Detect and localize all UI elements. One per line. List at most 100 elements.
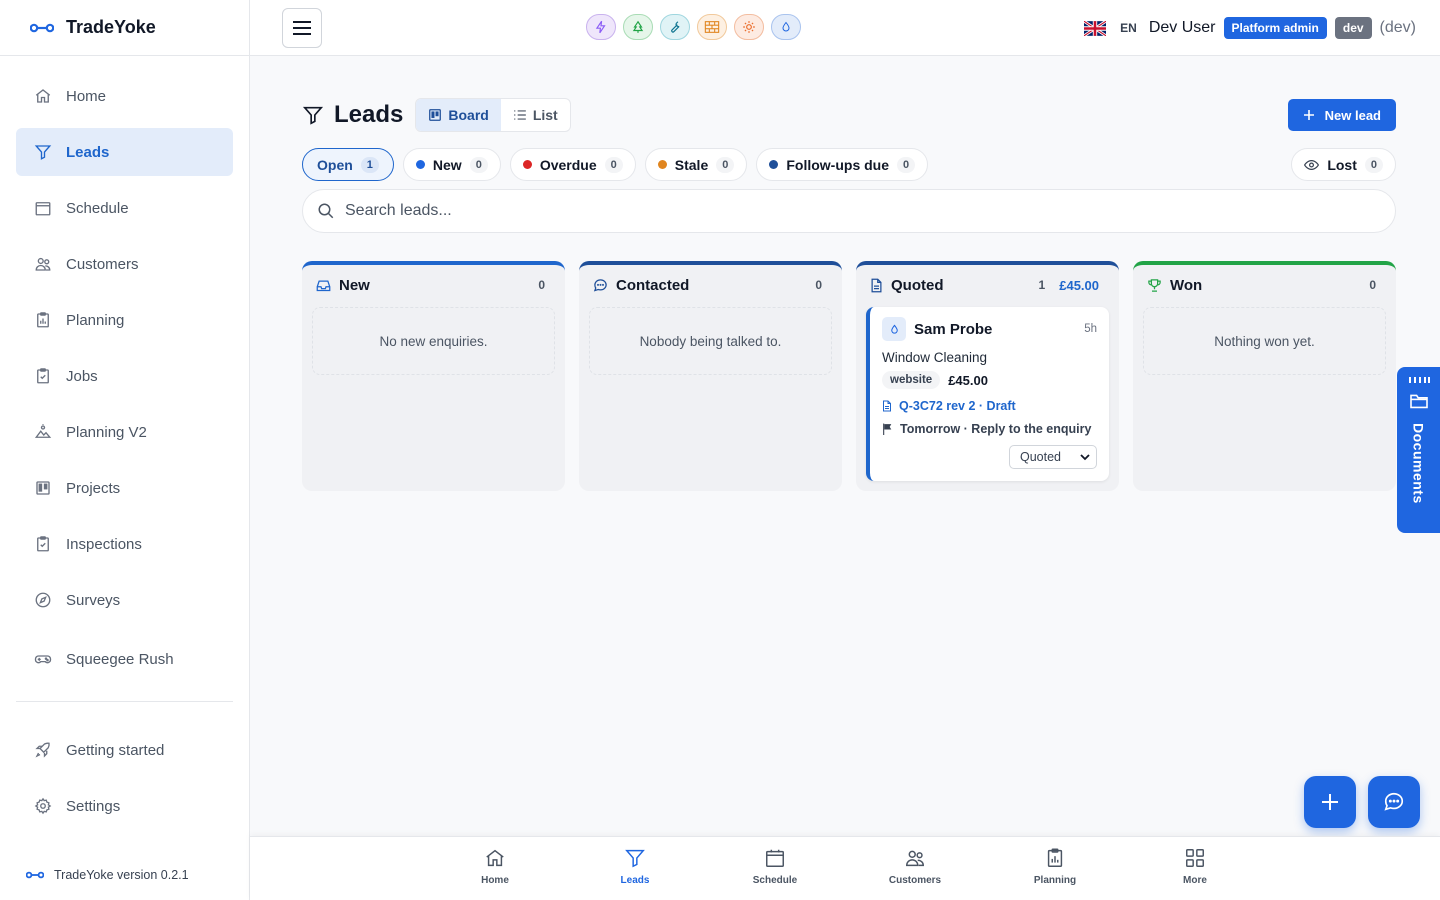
- filter-overdue[interactable]: Overdue 0: [509, 148, 636, 181]
- water-drop-icon: [782, 21, 790, 32]
- sun-icon: [743, 21, 755, 33]
- column-title: Contacted: [616, 276, 690, 294]
- view-board-button[interactable]: Board: [416, 99, 501, 131]
- sidebar-item-projects[interactable]: Projects: [16, 464, 233, 512]
- sidebar-item-jobs[interactable]: Jobs: [16, 352, 233, 400]
- bottom-nav-planning[interactable]: Planning: [1010, 847, 1100, 886]
- filter-open[interactable]: Open 1: [302, 148, 394, 181]
- filter-label: New: [432, 156, 462, 173]
- chat-fab-button[interactable]: [1368, 776, 1420, 828]
- lightning-icon: [595, 20, 606, 34]
- sidebar-item-home[interactable]: Home: [16, 72, 233, 120]
- quote-link[interactable]: Q-3C72 rev 2 · Draft: [882, 399, 1097, 413]
- clipboard-check-icon: [37, 368, 49, 384]
- page-title: Leads: [334, 101, 404, 128]
- sidebar-item-schedule[interactable]: Schedule: [16, 184, 233, 232]
- grid-icon: [1186, 849, 1204, 867]
- hamburger-icon: [293, 21, 311, 35]
- board-column-won: Won 0 Nothing won yet.: [1133, 261, 1396, 491]
- sidebar-item-inspections[interactable]: Inspections: [16, 520, 233, 568]
- lead-name[interactable]: Sam Probe: [914, 321, 1076, 338]
- sidebar-item-settings[interactable]: Settings: [16, 782, 233, 830]
- kanban-icon: [36, 481, 50, 495]
- uk-flag-icon[interactable]: [1084, 20, 1107, 36]
- sidebar-item-planning-v2[interactable]: Planning V2: [16, 408, 233, 456]
- trade-landscaping[interactable]: [623, 14, 653, 40]
- follow-up: Tomorrow · Reply to the enquiry: [882, 422, 1097, 436]
- sidebar-item-surveys[interactable]: Surveys: [16, 576, 233, 624]
- sidebar-item-squeegee-rush[interactable]: Squeegee Rush: [16, 635, 233, 683]
- trade-building[interactable]: [697, 14, 727, 40]
- role-badge: Platform admin: [1223, 17, 1327, 39]
- column-title: Won: [1170, 276, 1203, 294]
- sidebar-item-getting-started[interactable]: Getting started: [16, 726, 233, 774]
- funnel-icon: [625, 849, 645, 868]
- users-icon: [35, 257, 51, 271]
- board-column-quoted: Quoted 1 £45.00 Sam Probe 5h Window Clea…: [856, 261, 1119, 491]
- yoke-logo-icon: [30, 23, 54, 32]
- sidebar-item-label: Settings: [66, 797, 121, 815]
- bottom-nav-schedule[interactable]: Schedule: [730, 847, 820, 886]
- sidebar-nav: Home Leads Schedule Customers Planning J…: [0, 56, 249, 683]
- column-header: New 0: [302, 265, 565, 305]
- brand[interactable]: TradeYoke: [0, 0, 249, 56]
- filter-new[interactable]: New 0: [402, 148, 501, 181]
- column-title: New: [339, 276, 370, 294]
- chat-bubble-icon: [1384, 792, 1404, 811]
- tree-icon: [632, 20, 644, 33]
- filter-followups-due[interactable]: Follow-ups due 0: [756, 148, 929, 181]
- gear-icon: [34, 797, 52, 815]
- bottom-nav-home[interactable]: Home: [450, 847, 540, 886]
- board-column-contacted: Contacted 0 Nobody being talked to.: [579, 261, 842, 491]
- language-code[interactable]: EN: [1120, 21, 1137, 35]
- bottom-nav-customers[interactable]: Customers: [870, 847, 960, 886]
- version-text: TradeYoke version 0.2.1: [54, 868, 189, 882]
- service-avatar: [882, 317, 906, 341]
- kanban-icon: [429, 109, 442, 121]
- funnel-icon: [34, 145, 52, 160]
- view-list-button[interactable]: List: [501, 99, 570, 131]
- env-badge: dev: [1334, 17, 1372, 39]
- bottom-nav-leads[interactable]: Leads: [590, 847, 680, 886]
- sidebar-item-label: Customers: [66, 255, 139, 273]
- filter-label: Follow-ups due: [786, 156, 890, 173]
- sidebar-item-label: Squeegee Rush: [66, 650, 174, 668]
- user-area: EN Dev User Platform admin dev (dev): [1084, 0, 1416, 56]
- filter-label: Stale: [674, 156, 709, 173]
- drag-handle-icon: [1408, 377, 1430, 383]
- follow-up-text: Tomorrow · Reply to the enquiry: [900, 422, 1092, 436]
- sidebar-item-customers[interactable]: Customers: [16, 240, 233, 288]
- sidebar-item-planning[interactable]: Planning: [16, 296, 233, 344]
- sidebar-item-leads[interactable]: Leads: [16, 128, 233, 176]
- trade-plumbing[interactable]: [660, 14, 690, 40]
- filter-count: 0: [604, 156, 623, 173]
- search-icon: [318, 203, 334, 219]
- column-count: 1: [1038, 278, 1046, 292]
- trade-switcher: [586, 14, 801, 40]
- stage-select[interactable]: Quoted: [1009, 445, 1097, 469]
- document-icon: [883, 400, 891, 412]
- sidebar-item-label: Home: [66, 87, 107, 105]
- trade-solar[interactable]: [734, 14, 764, 40]
- filter-stale[interactable]: Stale 0: [644, 148, 748, 181]
- board-column-new: New 0 No new enquiries.: [302, 261, 565, 491]
- add-fab-button[interactable]: [1304, 776, 1356, 828]
- trade-cleaning[interactable]: [771, 14, 801, 40]
- new-lead-button[interactable]: New lead: [1287, 99, 1396, 131]
- filter-lost[interactable]: Lost 0: [1291, 148, 1396, 181]
- column-count: 0: [1369, 278, 1376, 292]
- eye-icon: [1304, 159, 1320, 170]
- new-lead-label: New lead: [1324, 107, 1381, 123]
- menu-button[interactable]: [282, 8, 322, 48]
- clipboard-chart-icon: [37, 312, 49, 328]
- search-input[interactable]: [345, 202, 1395, 220]
- bottom-nav-more[interactable]: More: [1150, 847, 1240, 886]
- search-bar: [302, 189, 1396, 233]
- sidebar-item-label: Planning: [66, 311, 125, 329]
- water-drop-icon: [890, 324, 898, 334]
- lead-card[interactable]: Sam Probe 5h Window Cleaning website £45…: [866, 307, 1109, 481]
- user-name[interactable]: Dev User: [1149, 19, 1216, 37]
- documents-tab[interactable]: Documents: [1397, 367, 1440, 533]
- trade-electrical[interactable]: [586, 14, 616, 40]
- sidebar-item-label: Jobs: [66, 367, 98, 385]
